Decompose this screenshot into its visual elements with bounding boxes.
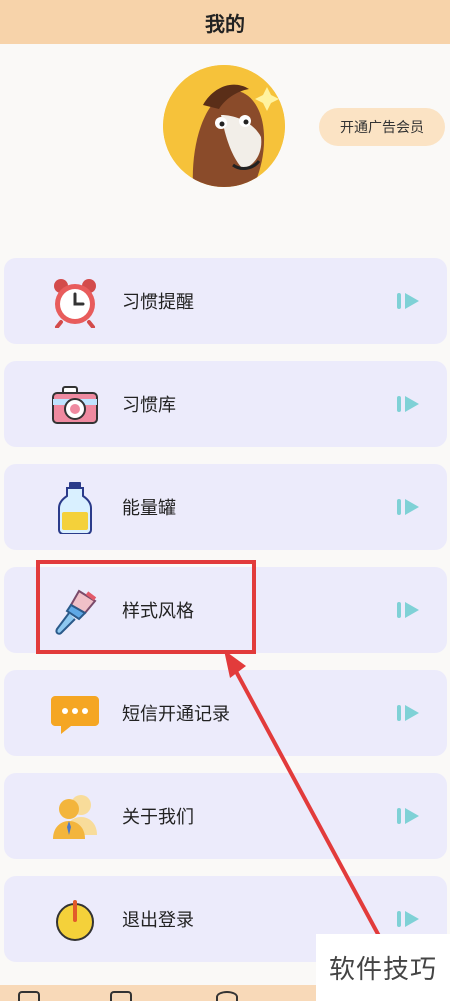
calendar-icon[interactable]: [18, 991, 40, 1001]
watermark: 软件技巧: [316, 934, 450, 1001]
bottom-tab-bar: [0, 985, 316, 1001]
annotation-arrow-icon: [224, 650, 394, 961]
profile-icon[interactable]: [216, 991, 238, 1001]
list-icon[interactable]: [110, 991, 132, 1001]
